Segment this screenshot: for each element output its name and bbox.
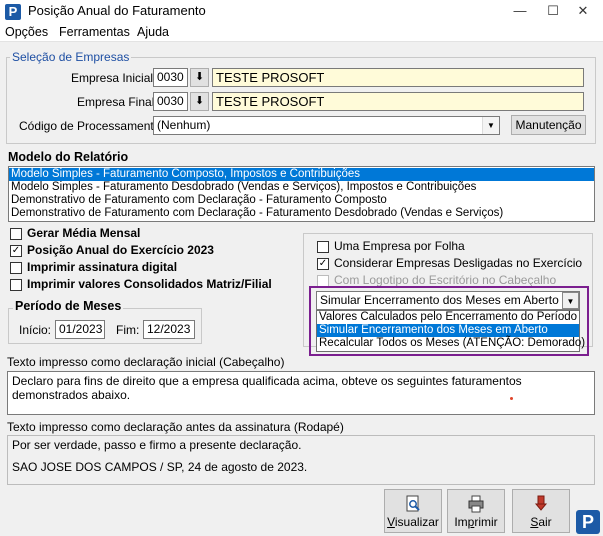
assinatura-digital-checkbox[interactable]: [10, 262, 22, 274]
printer-icon: [468, 495, 484, 513]
fim-input[interactable]: 12/2023: [143, 320, 195, 339]
preview-icon: [406, 495, 420, 512]
dropdown-option[interactable]: Recalcular Todos os Meses (ATENÇÃO: Demo…: [317, 337, 585, 350]
list-item[interactable]: Modelo Simples - Faturamento Desdobrado …: [9, 181, 594, 194]
encerramento-dropdown-list: Valores Calculados pelo Encerramento do …: [316, 310, 585, 352]
rodape-label: Texto impresso como declaração antes da …: [7, 420, 344, 434]
cabecalho-label: Texto impresso como declaração inicial (…: [7, 355, 285, 369]
posicao-anual-checkbox[interactable]: ✓: [10, 245, 22, 257]
title-bar: P Posição Anual do Faturamento — ☐ ✕: [0, 0, 603, 22]
exit-door-icon: [534, 495, 548, 511]
menu-bar: Opções Ferramentas Ajuda: [0, 22, 603, 42]
uma-empresa-checkbox[interactable]: [317, 241, 329, 253]
empresas-desligadas-checkbox[interactable]: ✓: [317, 258, 329, 270]
list-item[interactable]: Modelo Simples - Faturamento Composto, I…: [9, 168, 594, 181]
minimize-button[interactable]: —: [503, 0, 537, 22]
uma-empresa-label: Uma Empresa por Folha: [334, 239, 465, 253]
empresa-final-name-field: TESTE PROSOFT: [212, 92, 584, 111]
menu-opcoes[interactable]: Opções: [5, 25, 48, 39]
empresas-desligadas-label: Considerar Empresas Desligadas no Exercí…: [334, 256, 583, 270]
close-button[interactable]: ✕: [566, 0, 600, 22]
download-arrow-icon: ⬇: [194, 71, 205, 83]
cursor-dot: [510, 397, 513, 400]
checkmark-icon: ✓: [11, 245, 21, 256]
sair-button[interactable]: Sair: [512, 489, 570, 533]
list-item[interactable]: Demonstrativo de Faturamento com Declara…: [9, 207, 594, 220]
empresas-legend: Seleção de Empresas: [10, 50, 132, 64]
visualizar-button[interactable]: Visualizar: [384, 489, 442, 533]
dropdown-option[interactable]: Valores Calculados pelo Encerramento do …: [317, 311, 579, 324]
logotipo-label: Com Logotipo do Escritório no Cabeçalho: [334, 273, 557, 287]
empresa-inicial-label: Empresa Inicial: [71, 71, 154, 85]
rodape-line-1: Por ser verdade, passo e firmo a present…: [12, 438, 302, 452]
prosoft-logo-icon: P: [576, 510, 600, 534]
encerramento-selected-value: Simular Encerramento dos Meses em Aberto: [320, 293, 559, 307]
imprimir-label: Imprimir: [454, 515, 498, 529]
periodo-title: Período de Meses: [13, 299, 124, 313]
cabecalho-textarea[interactable]: Declaro para fins de direito que a empre…: [7, 371, 595, 415]
modelo-listbox[interactable]: Modelo Simples - Faturamento Composto, I…: [8, 166, 595, 222]
gerar-media-label: Gerar Média Mensal: [27, 226, 141, 240]
menu-ajuda[interactable]: Ajuda: [137, 25, 169, 39]
encerramento-select[interactable]: Simular Encerramento dos Meses em Aberto…: [316, 291, 580, 310]
menu-ferramentas[interactable]: Ferramentas: [59, 25, 130, 39]
codigo-processamento-label: Código de Processamento: [19, 119, 161, 133]
consolidados-checkbox[interactable]: [10, 279, 22, 291]
inicio-label: Início:: [19, 323, 52, 337]
download-arrow-icon: ⬇: [194, 95, 205, 107]
empresa-final-label: Empresa Final: [77, 95, 155, 109]
window-title: Posição Anual do Faturamento: [28, 3, 206, 18]
modelo-title: Modelo do Relatório: [8, 150, 129, 164]
imprimir-button[interactable]: Imprimir: [447, 489, 505, 533]
codigo-processamento-select[interactable]: (Nenhum) ▼: [153, 116, 500, 135]
rodape-line-2: SAO JOSE DOS CAMPOS / SP, 24 de agosto d…: [12, 460, 308, 474]
empresa-final-code-input[interactable]: 0030: [153, 92, 188, 111]
consolidados-label: Imprimir valores Consolidados Matriz/Fil…: [27, 277, 272, 291]
empresa-inicial-code-input[interactable]: 0030: [153, 68, 188, 87]
posicao-anual-label: Posição Anual do Exercício 2023: [27, 243, 214, 257]
chevron-down-icon[interactable]: ▼: [562, 292, 579, 309]
assinatura-digital-label: Imprimir assinatura digital: [27, 260, 178, 274]
checkmark-icon: ✓: [318, 258, 328, 269]
dropdown-option[interactable]: Simular Encerramento dos Meses em Aberto: [317, 324, 579, 337]
codigo-processamento-value: (Nenhum): [157, 118, 211, 132]
rodape-textarea[interactable]: Por ser verdade, passo e firmo a present…: [7, 435, 595, 485]
fim-label: Fim:: [116, 323, 140, 337]
empresa-inicial-lookup-button[interactable]: ⬇: [190, 68, 209, 87]
gerar-media-checkbox[interactable]: [10, 228, 22, 240]
maximize-button[interactable]: ☐: [536, 0, 570, 22]
inicio-input[interactable]: 01/2023: [55, 320, 105, 339]
visualizar-label: Visualizar: [387, 515, 439, 529]
sair-label: Sair: [530, 515, 552, 529]
manutencao-button[interactable]: Manutenção: [511, 115, 586, 135]
app-logo-icon: P: [5, 4, 21, 20]
empresa-inicial-name-field: TESTE PROSOFT: [212, 68, 584, 87]
chevron-down-icon[interactable]: ▼: [482, 117, 499, 134]
list-item[interactable]: Demonstrativo de Faturamento com Declara…: [9, 194, 594, 207]
empresa-final-lookup-button[interactable]: ⬇: [190, 92, 209, 111]
